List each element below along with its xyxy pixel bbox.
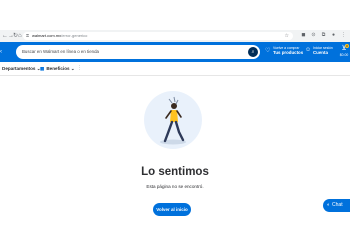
account-link[interactable]: Iniciar sesión Cuenta (313, 46, 333, 56)
search-icon: ⌕ (251, 49, 255, 55)
home-icon[interactable]: ⌂ (18, 30, 22, 42)
menu-icon[interactable]: ‹ (0, 48, 4, 56)
cart-total: $0.00 (339, 53, 349, 57)
extension-icon[interactable]: ⊙ (310, 32, 317, 39)
site-info-icon[interactable]: ⚿ (26, 32, 29, 40)
departments-dropdown[interactable]: Departamentos ⌄ (2, 62, 41, 75)
address-bar[interactable]: ⚿ walmart.com.mx/error-generico ☆ (23, 32, 293, 40)
search-bar[interactable]: Buscar en Walmart en línea o en tienda ⌕ (16, 45, 260, 59)
extension-icon[interactable]: ◼ (300, 32, 307, 39)
departments-label: Departamentos (2, 66, 36, 71)
benefits-dropdown[interactable]: ▦ Beneficios ⌄ (40, 62, 75, 75)
chat-button[interactable]: ◐ Chat (323, 199, 350, 212)
error-message: Esta página no se encontró. (146, 184, 204, 189)
error-illustration (144, 91, 202, 149)
bookmark-star-icon[interactable]: ☆ (285, 32, 289, 40)
site-header: ‹ Buscar en Walmart en línea o en tienda… (0, 42, 350, 62)
search-input[interactable]: Buscar en Walmart en línea o en tienda (22, 45, 99, 59)
extension-icon[interactable]: ⧉ (320, 32, 327, 39)
cart-count-badge: 0 (345, 44, 349, 48)
more-options-icon[interactable]: ⋮ (77, 62, 82, 75)
page-title: Lo sentimos (141, 166, 209, 178)
user-icon: ☺ (305, 47, 312, 53)
url-text[interactable]: walmart.com.mx/error-generico (32, 32, 87, 40)
url-domain: walmart.com.mx (32, 33, 62, 38)
chat-label: Chat (332, 202, 343, 208)
benefits-icon: ▦ (40, 66, 45, 71)
chevron-down-icon: ⌄ (70, 66, 75, 71)
benefits-label: Beneficios (46, 66, 70, 71)
profile-icon[interactable]: ● (330, 32, 337, 39)
chat-bubble-icon: ◐ (327, 202, 331, 208)
url-path: /error-generico (61, 33, 88, 38)
department-nav: Departamentos ⌄ ▦ Beneficios ⌄ ⋮ (0, 62, 350, 76)
search-button[interactable]: ⌕ (248, 47, 258, 57)
reorder-link[interactable]: Vuelve a comprar Tus productos (273, 46, 303, 56)
walking-person-icon (160, 96, 186, 145)
menu-kebab-icon[interactable]: ⋮ (340, 32, 347, 39)
heart-icon: ♡ (265, 48, 271, 54)
back-home-button[interactable]: Volver al inicio (153, 203, 191, 216)
cart-button[interactable]: ⊻ $0.00 0 (339, 44, 349, 57)
account-big-label: Cuenta (313, 50, 328, 55)
reorder-big-label: Tus productos (273, 50, 304, 55)
